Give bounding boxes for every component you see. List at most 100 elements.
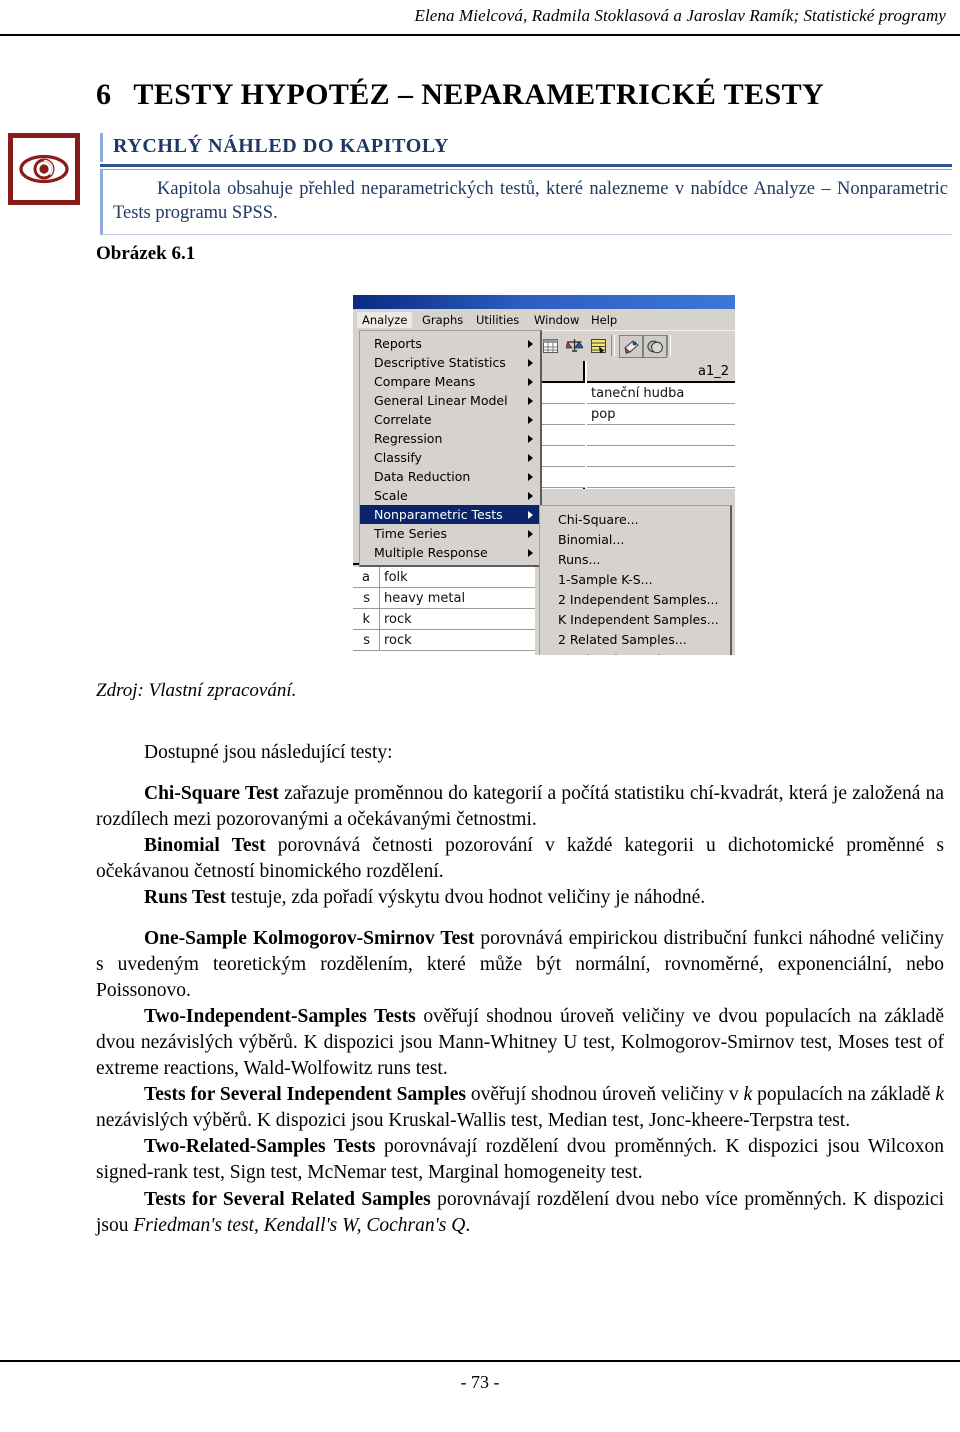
menu-item-descriptive-statistics[interactable]: Descriptive Statistics	[360, 353, 540, 372]
menu-item-regression[interactable]: Regression	[360, 429, 540, 448]
menu-item-label: Nonparametric Tests	[374, 507, 503, 522]
body-copy: Dostupné jsou následující testy: Chi-Squ…	[96, 740, 944, 1239]
grid-cell[interactable]	[587, 425, 735, 446]
quick-preview-content: RYCHLÝ NÁHLED DO KAPITOLY Kapitola obsah…	[100, 133, 952, 235]
toolbar-button-select-cases[interactable]	[587, 335, 609, 356]
menubar-item-analyze[interactable]: Analyze	[357, 312, 413, 328]
menu-item-label: Reports	[374, 336, 422, 351]
toolbar-separator-2	[667, 335, 671, 356]
row-value: rock	[379, 630, 412, 650]
term-several-independent: Tests for Several Independent Samples	[144, 1084, 466, 1106]
row-key: k	[362, 612, 370, 627]
spss-titlebar	[353, 295, 735, 309]
paragraph-two-independent: Two-Independent-Samples Tests ověřují sh…	[96, 1004, 944, 1082]
intro-text: Dostupné jsou následující testy:	[144, 742, 393, 763]
figure-source: Zdroj: Vlastní zpracování.	[96, 680, 297, 701]
menubar-item-help[interactable]: Help	[586, 312, 622, 328]
chevron-right-icon	[528, 549, 533, 557]
menu-item-classify[interactable]: Classify	[360, 448, 540, 467]
page-title: 6 TESTY HYPOTÉZ – NEPARAMETRICKÉ TESTY	[96, 78, 916, 112]
chevron-right-icon	[528, 340, 533, 348]
menu-item-label: Regression	[374, 431, 443, 446]
submenu-item-runs[interactable]: Runs...	[540, 550, 730, 570]
menu-item-correlate[interactable]: Correlate	[360, 410, 540, 429]
analyze-dropdown-menu: Reports Descriptive Statistics Compare M…	[359, 330, 542, 567]
grid-cell[interactable]: taneční hudba	[587, 383, 735, 404]
toolbar-button-dialog-recall[interactable]	[643, 335, 667, 358]
chevron-right-icon	[528, 397, 533, 405]
paragraph-two-related: Two-Related-Samples Tests porovnávají ro…	[96, 1134, 944, 1186]
paragraph-one-sample-ks: One-Sample Kolmogorov-Smirnov Test porov…	[96, 926, 944, 1004]
menubar-item-utilities[interactable]: Utilities	[471, 312, 524, 328]
term-binomial: Binomial Test	[144, 835, 266, 857]
figure-label: Obrázek 6.1	[96, 243, 196, 264]
menu-item-multiple-response[interactable]: Multiple Response	[360, 543, 540, 562]
row-key: s	[363, 591, 370, 606]
submenu-item-2-independent-samples[interactable]: 2 Independent Samples...	[540, 590, 730, 610]
row-value: folk	[379, 567, 408, 587]
menubar-item-graphs[interactable]: Graphs	[417, 312, 468, 328]
italic-k-2: k	[935, 1084, 944, 1106]
page-number: - 73 -	[460, 1372, 500, 1392]
grid-column-header-a1_2[interactable]: a1_2	[587, 361, 735, 383]
eye-icon	[8, 133, 80, 205]
paragraph-several-related: Tests for Several Related Samples porovn…	[96, 1187, 944, 1239]
row-key: a	[362, 570, 370, 585]
submenu-item-chi-square[interactable]: Chi-Square...	[540, 510, 730, 530]
menu-item-label: General Linear Model	[374, 393, 508, 408]
menu-item-label: Correlate	[374, 412, 432, 427]
spss-screenshot-figure: Analyze Graphs Utilities Window Help a1_…	[353, 295, 735, 655]
submenu-item-k-related-samples[interactable]: K Related Samples...	[540, 650, 730, 655]
menu-item-reports[interactable]: Reports	[360, 334, 540, 353]
paragraph-chi-square: Chi-Square Test zařazuje proměnnou do ka…	[96, 781, 944, 833]
toolbar-separator	[611, 335, 615, 356]
term-two-related: Two-Related-Samples Tests	[144, 1136, 376, 1158]
italic-test-names: Friedman's test, Kendall's W, Cochran's …	[133, 1214, 466, 1236]
running-head: Elena Mielcová, Radmila Stoklasová a Jar…	[414, 6, 946, 25]
desc-several-related-b: .	[465, 1214, 471, 1236]
menu-item-general-linear-model[interactable]: General Linear Model	[360, 391, 540, 410]
submenu-item-1-sample-ks[interactable]: 1-Sample K-S...	[540, 570, 730, 590]
paragraph-binomial: Binomial Test porovnává četnosti pozorov…	[96, 833, 944, 885]
spss-menubar: Analyze Graphs Utilities Window Help	[353, 309, 735, 330]
desc-several-independent-a: ověřují shodnou úroveň veličiny v	[465, 1084, 744, 1106]
table-row[interactable]: k rock	[353, 609, 535, 630]
spss-data-grid: a1_2 taneční hudba pop	[531, 361, 735, 489]
paragraph-several-independent: Tests for Several Independent Samples ov…	[96, 1082, 944, 1134]
table-row[interactable]: s heavy metal	[353, 588, 535, 609]
chevron-right-icon	[528, 473, 533, 481]
menu-item-nonparametric-tests[interactable]: Nonparametric Tests	[360, 505, 540, 524]
desc-several-independent-b: populacích na základě	[752, 1084, 936, 1106]
menu-item-compare-means[interactable]: Compare Means	[360, 372, 540, 391]
paragraph-runs: Runs Test testuje, zda pořadí výskytu dv…	[96, 885, 944, 911]
table-row[interactable]: s rock	[353, 630, 535, 651]
header-rule	[0, 34, 960, 36]
divider-thick	[100, 164, 952, 167]
submenu-item-binomial[interactable]: Binomial...	[540, 530, 730, 550]
chevron-right-icon	[528, 435, 533, 443]
italic-k-1: k	[743, 1084, 753, 1106]
menu-item-scale[interactable]: Scale	[360, 486, 540, 505]
toolbar-button-weight-cases[interactable]	[563, 335, 585, 356]
row-value: heavy metal	[379, 588, 465, 608]
chapter-number: 6	[96, 78, 112, 111]
submenu-item-k-independent-samples[interactable]: K Independent Samples...	[540, 610, 730, 630]
grid-cell[interactable]: pop	[587, 404, 735, 425]
term-chi-square: Chi-Square Test	[144, 783, 279, 805]
table-row[interactable]: a folk	[353, 567, 535, 588]
grid-cell[interactable]	[587, 446, 735, 467]
chevron-right-icon	[528, 416, 533, 424]
menu-item-label: Scale	[374, 488, 408, 503]
chevron-right-icon	[528, 511, 533, 519]
toolbar-button-value-labels[interactable]	[539, 335, 561, 356]
menu-item-time-series[interactable]: Time Series	[360, 524, 540, 543]
grid-cell[interactable]	[587, 467, 735, 488]
nonparametric-tests-submenu: Chi-Square... Binomial... Runs... 1-Samp…	[539, 505, 732, 655]
menu-item-data-reduction[interactable]: Data Reduction	[360, 467, 540, 486]
term-several-related: Tests for Several Related Samples	[144, 1188, 431, 1210]
menubar-item-window[interactable]: Window	[529, 312, 584, 328]
toolbar-button-find[interactable]	[619, 335, 643, 358]
chapter-title-text: TESTY HYPOTÉZ – NEPARAMETRICKÉ TESTY	[133, 78, 825, 111]
submenu-item-2-related-samples[interactable]: 2 Related Samples...	[540, 630, 730, 650]
menu-item-label: Descriptive Statistics	[374, 355, 506, 370]
